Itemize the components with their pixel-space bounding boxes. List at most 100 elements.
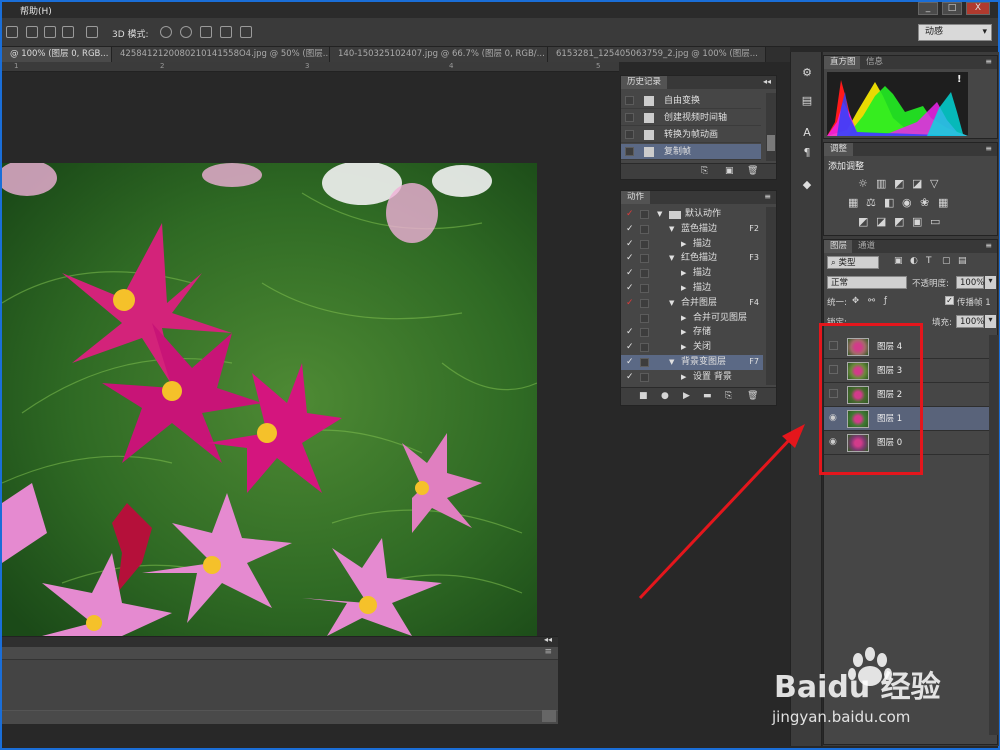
dialog-toggle-box[interactable] (640, 239, 649, 249)
layer-filter-dropdown[interactable]: ⌕ 类型 (827, 256, 879, 269)
unify-visibility-icon[interactable]: ⚯ (868, 296, 875, 306)
new-document-icon[interactable]: ⎘ (701, 166, 708, 176)
scrollbar[interactable] (766, 93, 776, 161)
align-left-icon[interactable] (26, 26, 38, 38)
levels-icon[interactable]: ▥ (876, 177, 886, 190)
posterize-icon[interactable]: ◪ (876, 215, 886, 228)
collapse-triangle-icon[interactable]: ▼ (657, 207, 662, 222)
3d-camera-icon[interactable] (240, 26, 252, 38)
snapshot-checkbox[interactable] (625, 147, 634, 156)
align-center-icon[interactable] (44, 26, 56, 38)
panel-menu-icon[interactable]: ≡ (985, 144, 992, 153)
3d-pan-icon[interactable] (200, 26, 212, 38)
color-balance-icon[interactable]: ⚖ (866, 196, 876, 209)
maximize-button[interactable]: □ (942, 2, 962, 15)
history-item[interactable]: 创建视频时间轴 (621, 110, 761, 126)
color-lookup-icon[interactable]: ▦ (938, 196, 948, 209)
action-toggle-checkmark[interactable]: ✓ (626, 340, 636, 355)
action-toggle-checkmark[interactable]: ✓ (626, 296, 636, 311)
opacity-field[interactable]: 100% (956, 276, 984, 289)
dialog-toggle-box[interactable] (640, 284, 649, 293)
scrollbar[interactable] (766, 207, 776, 385)
character-icon[interactable]: A (800, 126, 814, 140)
tab-actions[interactable]: 动作 (621, 191, 651, 204)
folder-icon[interactable]: ▬ (703, 391, 712, 401)
tab-histogram[interactable]: 直方图 (824, 56, 862, 69)
3d-icon[interactable]: ◆ (800, 178, 814, 192)
threshold-icon[interactable]: ◩ (894, 215, 904, 228)
collapse-triangle-icon[interactable]: ▼ (669, 355, 674, 370)
collapse-triangle-icon[interactable]: ▼ (669, 222, 674, 237)
brightness-icon[interactable]: ☼ (858, 177, 868, 190)
dialog-toggle-box[interactable] (640, 358, 649, 367)
dialog-toggle-box[interactable] (640, 313, 649, 323)
3d-rotate-icon[interactable] (160, 26, 172, 38)
action-toggle-checkmark[interactable]: ✓ (626, 266, 636, 281)
panel-menu-icon[interactable]: ≡ (985, 241, 992, 250)
doc-tab-2[interactable]: 4258412120080210141558O4.jpg @ 50% (图层..… (112, 47, 330, 62)
chevron-down-icon[interactable]: ▾ (985, 276, 996, 289)
warning-icon[interactable]: ! (957, 74, 962, 85)
action-item[interactable]: ✓ ▼ 背景变图层 F7 (621, 355, 763, 370)
gradient-map-icon[interactable]: ▭ (930, 215, 940, 228)
tab-history[interactable]: 历史记录 (621, 76, 668, 89)
photo-filter-icon[interactable]: ◉ (902, 196, 912, 209)
new-action-icon[interactable]: ⎘ (725, 391, 732, 401)
canvas-area[interactable] (2, 72, 619, 636)
action-toggle-checkmark[interactable]: ✓ (626, 370, 636, 385)
expand-triangle-icon[interactable]: ▶ (681, 281, 686, 296)
action-toggle-checkmark[interactable]: ✓ (626, 251, 636, 266)
trash-icon[interactable]: 🗑 (747, 166, 758, 176)
filter-adjustment-icon[interactable]: ◐ (910, 256, 918, 266)
3d-roll-icon[interactable] (180, 26, 192, 38)
expand-triangle-icon[interactable]: ▶ (681, 325, 686, 340)
play-icon[interactable]: ▶ (683, 391, 690, 401)
history-item[interactable]: 自由变换 (621, 93, 761, 109)
snapshot-checkbox[interactable] (625, 113, 634, 122)
dialog-toggle-box[interactable] (640, 254, 649, 264)
action-toggle-checkmark[interactable]: ✓ (626, 281, 636, 296)
action-toggle-checkmark[interactable]: ✓ (626, 222, 636, 237)
collapse-triangle-icon[interactable]: ▼ (669, 296, 674, 311)
layer-comps-icon[interactable]: ▤ (800, 94, 814, 108)
workspace-dropdown[interactable]: 动感 ▾ (918, 24, 992, 41)
collapse-icon[interactable]: ◂◂ (544, 635, 552, 644)
scrollbar[interactable] (989, 335, 998, 735)
menu-help[interactable]: 帮助(H) (20, 4, 52, 17)
tab-channels[interactable]: 通道 (852, 240, 882, 253)
tab-layers[interactable]: 图层 (824, 240, 854, 253)
action-item[interactable]: ✓ ▶ 描边 (621, 237, 763, 252)
panel-menu-icon[interactable]: ≡ (544, 647, 552, 657)
expand-triangle-icon[interactable]: ▶ (681, 266, 686, 281)
invert-icon[interactable]: ◩ (858, 215, 868, 228)
action-item[interactable]: ✓ ▶ 描边 (621, 266, 763, 281)
scroll-thumb[interactable] (767, 135, 775, 151)
document-image[interactable] (2, 163, 537, 636)
fill-field[interactable]: 100% (956, 315, 984, 328)
action-item[interactable]: ✓ ▶ 描边 (621, 281, 763, 296)
action-toggle-checkmark[interactable]: ✓ (626, 325, 636, 340)
action-item[interactable]: ✓ ▶ 关闭 (621, 340, 763, 355)
dialog-toggle-box[interactable] (640, 372, 649, 382)
record-icon[interactable]: ● (661, 391, 669, 401)
timeline-frames-area[interactable] (2, 659, 558, 711)
propagate-checkbox[interactable]: ✓ (945, 296, 954, 305)
action-item[interactable]: ✓ ▶ 设置 背景 (621, 370, 763, 385)
resize-handle[interactable] (542, 710, 556, 722)
dialog-toggle-box[interactable] (640, 269, 649, 279)
align-right-icon[interactable] (62, 26, 74, 38)
exposure-icon[interactable]: ◪ (912, 177, 922, 190)
filter-type-icon[interactable]: T (926, 256, 932, 266)
filter-smart-icon[interactable]: ▤ (958, 256, 967, 266)
expand-triangle-icon[interactable]: ▶ (681, 370, 686, 385)
hue-saturation-icon[interactable]: ▦ (848, 196, 858, 209)
doc-tab-1[interactable]: @ 100% (图层 0, RGB... (2, 47, 112, 62)
camera-icon[interactable]: ▣ (725, 166, 734, 176)
3d-slide-icon[interactable] (220, 26, 232, 38)
collapse-icon[interactable]: ◂◂ (763, 77, 771, 86)
action-item[interactable]: ✓ ▼ 合并图层 F4 (621, 296, 763, 311)
dialog-toggle-box[interactable] (640, 224, 649, 234)
doc-tab-4[interactable]: 6153281_125405063759_2.jpg @ 100% (图层... (548, 47, 766, 62)
minimize-button[interactable]: _ (918, 2, 938, 15)
close-button[interactable]: X (966, 2, 990, 15)
